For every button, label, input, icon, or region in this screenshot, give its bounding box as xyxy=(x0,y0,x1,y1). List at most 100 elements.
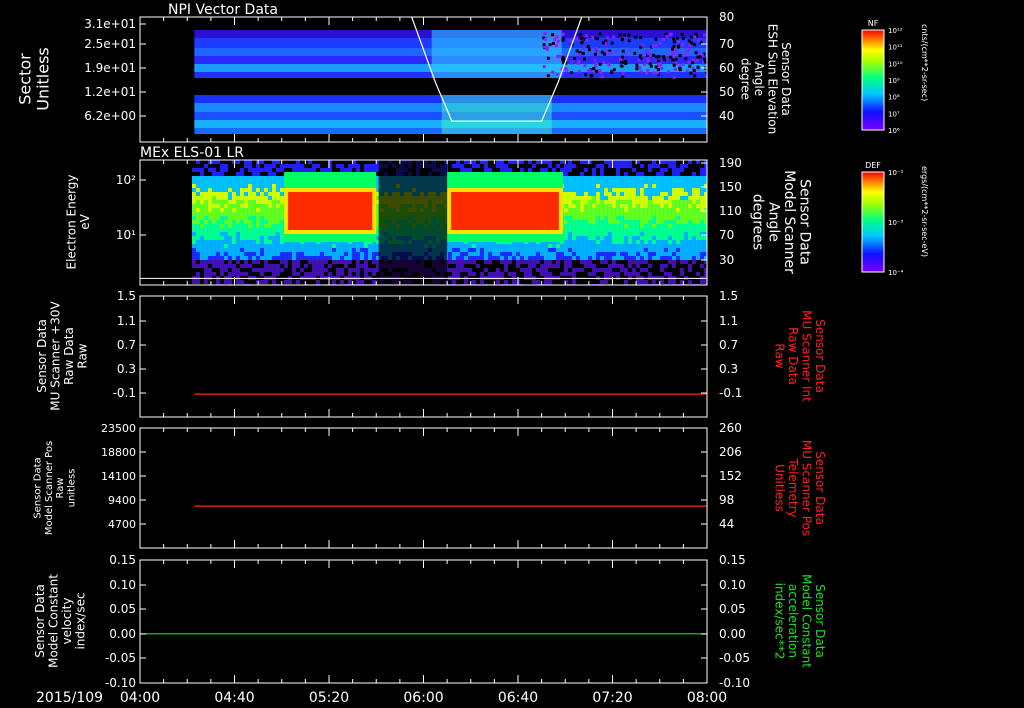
spectrogram-cell xyxy=(595,224,600,228)
spectrogram-cell xyxy=(531,252,536,256)
spectrogram-cell xyxy=(567,272,572,276)
spectrogram-cell xyxy=(219,164,224,168)
spectrogram-cell xyxy=(215,200,220,204)
spectrogram-cell xyxy=(191,216,196,220)
spectrogram-cell xyxy=(607,172,612,176)
spectrogram-cell xyxy=(343,252,348,256)
spectrogram-cell xyxy=(207,220,212,224)
spectrogram-cell xyxy=(463,260,468,264)
spectrogram-cell xyxy=(655,256,660,260)
spectrogram-cell xyxy=(271,228,276,232)
spectrogram-cell xyxy=(279,164,284,168)
spectrogram-cell xyxy=(671,272,676,276)
spectrogram-cell xyxy=(199,264,204,268)
spectrogram-cell xyxy=(567,172,572,176)
spectrogram-cell xyxy=(671,188,676,192)
sector-speckle xyxy=(672,75,676,79)
spectrogram-cell xyxy=(255,208,260,212)
right-y-axis-label-line: Sensor Data xyxy=(813,584,827,658)
spectrogram-cell xyxy=(667,168,672,172)
spectrogram-cell xyxy=(487,164,492,168)
spectrogram-cell xyxy=(223,264,228,268)
spectrogram-cell xyxy=(363,168,368,172)
spectrogram-cell xyxy=(683,228,688,232)
spectrogram-cell xyxy=(663,232,668,236)
spectrogram-cell xyxy=(667,240,672,244)
spectrogram-cell xyxy=(675,204,680,208)
spectrogram-cell xyxy=(607,264,612,268)
spectrogram-cell xyxy=(343,272,348,276)
spectrogram-cell xyxy=(279,188,284,192)
sector-speckle xyxy=(561,32,565,36)
spectrogram-cell xyxy=(323,264,328,268)
spectrogram-cell xyxy=(527,260,532,264)
spectrogram-cell xyxy=(463,256,468,260)
spectrogram-cell xyxy=(235,204,240,208)
sector-speckle xyxy=(618,33,622,37)
spectrogram-cell xyxy=(571,204,576,208)
spectrogram-cell xyxy=(679,164,684,168)
spectrogram-cell xyxy=(259,180,264,184)
spectrogram-cell xyxy=(479,248,484,252)
spectrogram-cell xyxy=(255,180,260,184)
spectrogram-cell xyxy=(331,168,336,172)
spectrogram-cell xyxy=(219,180,224,184)
spectrogram-cell xyxy=(611,192,616,196)
spectrogram-cell xyxy=(675,180,680,184)
spectrogram-cell xyxy=(627,172,632,176)
spectrogram-cell xyxy=(371,244,376,248)
spectrogram-cell xyxy=(447,260,452,264)
spectrogram-cell xyxy=(659,216,664,220)
spectrogram-cell xyxy=(515,260,520,264)
spectrogram-cell xyxy=(643,192,648,196)
spectrogram-cell xyxy=(307,260,312,264)
spectrogram-cell xyxy=(583,280,588,284)
spectrogram-cell xyxy=(231,164,236,168)
spectrogram-cell xyxy=(247,248,252,252)
spectrogram-cell xyxy=(659,240,664,244)
right-y-tick-label: 190 xyxy=(719,156,742,170)
sector-speckle xyxy=(552,41,556,45)
spectrogram-cell xyxy=(683,268,688,272)
spectrogram-cell xyxy=(527,244,532,248)
spectrogram-cell xyxy=(659,180,664,184)
spectrogram-cell xyxy=(679,184,684,188)
spectrogram-cell xyxy=(563,220,568,224)
right-y-axis-label-line: Angle xyxy=(765,202,781,242)
spectrogram-cell xyxy=(227,208,232,212)
spectrogram-cell xyxy=(235,264,240,268)
spectrogram-cell xyxy=(623,280,628,284)
spectrogram-cell xyxy=(335,256,340,260)
spectrogram-cell xyxy=(231,176,236,180)
spectrogram-cell xyxy=(571,248,576,252)
spectrogram-cell xyxy=(243,244,248,248)
spectrogram-cell xyxy=(507,160,512,164)
spectrogram-cell xyxy=(327,268,332,272)
spectrogram-cell xyxy=(639,264,644,268)
spectrogram-cell xyxy=(351,260,356,264)
spectrogram-cell xyxy=(543,260,548,264)
spectrogram-cell xyxy=(539,168,544,172)
spectrogram-cell xyxy=(615,280,620,284)
y-axis-label-line: index/sec xyxy=(73,592,87,649)
sector-speckle xyxy=(610,71,614,75)
spectrogram-cell xyxy=(635,268,640,272)
spectrogram-cell xyxy=(347,164,352,168)
spectrogram-cell xyxy=(239,244,244,248)
spectrogram-cell xyxy=(567,252,572,256)
spectrogram-cell xyxy=(355,280,360,284)
spectrogram-cell xyxy=(563,208,568,212)
spectrogram-cell xyxy=(599,256,604,260)
spectrogram-cell xyxy=(303,256,308,260)
spectrogram-cell xyxy=(307,168,312,172)
spectrogram-cell xyxy=(243,208,248,212)
spectrogram-cell xyxy=(463,272,468,276)
spectrogram-cell xyxy=(603,280,608,284)
spectrogram-cell xyxy=(227,240,232,244)
right-y-axis-label-line: Raw xyxy=(773,343,787,368)
spectrogram-cell xyxy=(687,256,692,260)
sector-speckle xyxy=(573,57,577,61)
spectrogram-cell xyxy=(251,212,256,216)
spectrogram-cell xyxy=(259,212,264,216)
spectrogram-cell xyxy=(231,232,236,236)
